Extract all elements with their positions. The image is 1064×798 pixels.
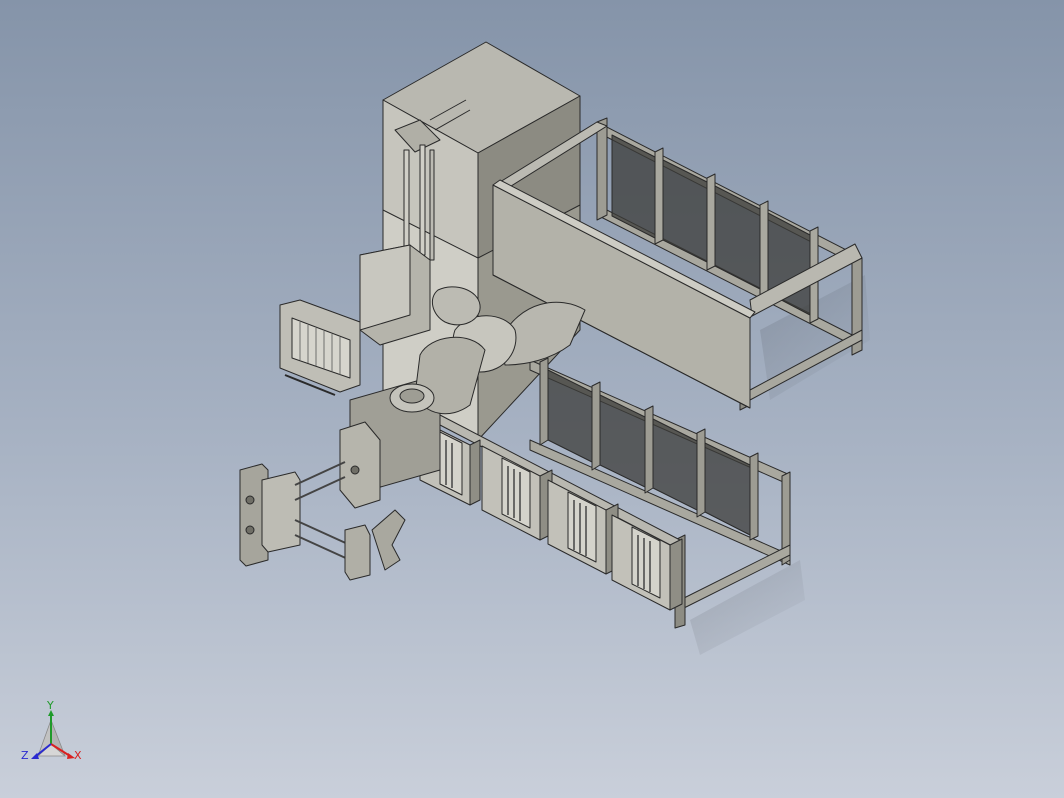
z-axis-label: Z xyxy=(21,749,29,762)
guide-rod xyxy=(403,149,410,261)
frame-rear-post xyxy=(596,117,608,221)
gripper-jaw[interactable] xyxy=(344,524,371,581)
x-axis-label: X xyxy=(74,749,82,762)
carriage-face xyxy=(359,244,411,331)
orientation-triad[interactable]: X Y Z xyxy=(18,700,90,770)
gripper-hook xyxy=(371,509,406,571)
gripper-plate-rear xyxy=(339,421,381,509)
cad-assembly-model[interactable] xyxy=(0,0,1064,798)
graphics-viewport[interactable]: X Y Z xyxy=(0,0,1064,798)
gripper-block xyxy=(261,471,301,553)
guide-rod xyxy=(429,149,435,261)
guide-rod xyxy=(419,144,426,256)
gripper-assembly[interactable] xyxy=(239,421,406,581)
y-axis-label: Y xyxy=(47,699,54,712)
tilted-tray-unit[interactable] xyxy=(279,299,361,396)
